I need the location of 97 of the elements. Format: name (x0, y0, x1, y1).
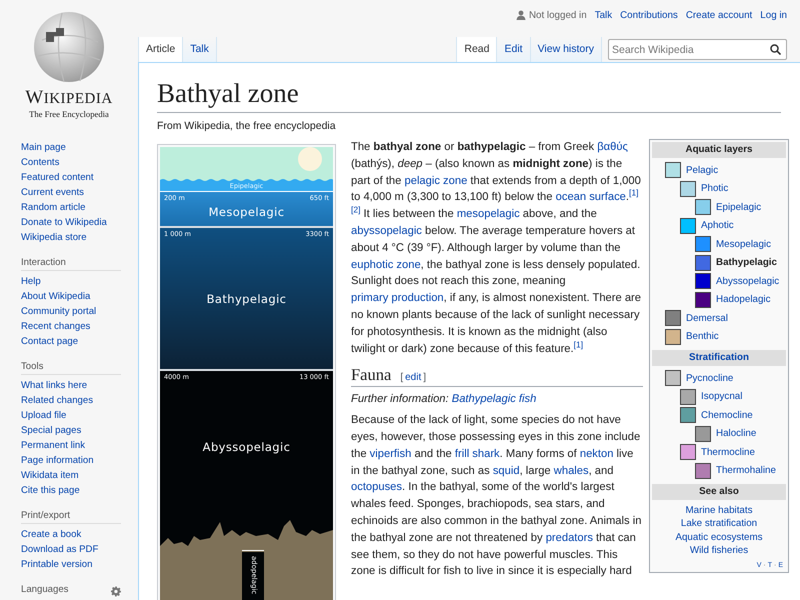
navbox-link[interactable]: Aphotic (701, 220, 734, 232)
navbox-link[interactable]: Halocline (716, 428, 756, 440)
sidebar-link[interactable]: Recent changes (21, 319, 90, 334)
page-title: Bathyal zone (157, 77, 781, 113)
navbox-heading-link[interactable]: Stratification (652, 350, 786, 366)
sidebar-link[interactable]: Cite this page (21, 483, 80, 498)
sidebar-link[interactable]: Contents (21, 155, 60, 170)
zone-label: Abyssopelagic (202, 440, 292, 454)
sidebar-link[interactable]: Wikidata item (21, 468, 79, 483)
sidebar-link[interactable]: Wikipedia store (21, 230, 87, 245)
navbox-link[interactable]: Wild fisheries (690, 544, 748, 558)
article-link[interactable]: viperfish (370, 448, 412, 460)
edit-link[interactable]: edit (405, 372, 422, 384)
user-link[interactable]: Log in (760, 10, 787, 20)
navbox-link[interactable]: Aquatic ecosystems (675, 530, 763, 544)
logo-tagline: The Free Encyclopedia (29, 109, 109, 119)
sidebar-link[interactable]: Featured content (21, 170, 94, 185)
view-tab[interactable]: Read (456, 37, 498, 62)
navbox-link[interactable]: Abyssopelagic (716, 276, 780, 287)
sidebar-heading: Interaction (21, 255, 121, 271)
navbox-heading: Aquatic layers (652, 142, 786, 158)
navbox-heading: See also (652, 484, 786, 500)
section-paragraph: Because of the lack of light, some species do not have eyes, however, those possessing eyes in this zone include the viperfish and the frill shark. Many forms of nekton live in the bathyal zone, such as squid, large whales, and octopuses. In the bathyal, some of the world's largest whales feed. Sponges, brachiopods, sea stars, and echinoids are also common in the bathyal zone. Animals in the bathyal zone are not threatened by predators that can see them, so they do not have powerful muscles. This zone is difficult for fish to live in since it is especially hard (351, 413, 642, 580)
bracket: [ (400, 372, 404, 384)
current-page-label: Bathypelagic (716, 257, 777, 268)
zone-label: Bathypelagic (206, 292, 288, 306)
sidebar-link[interactable]: Community portal (21, 304, 96, 319)
sidebar-link[interactable]: Create a book (21, 527, 82, 542)
navbox-link[interactable]: Photic (701, 183, 728, 194)
user-link[interactable]: Talk (594, 10, 612, 20)
navbox-link[interactable]: Thermocline (701, 446, 755, 458)
sidebar-link[interactable]: Contact page (21, 334, 78, 349)
article-link[interactable]: frill shark (454, 448, 500, 460)
sidebar-link[interactable]: Download as PDF (21, 542, 98, 557)
navbox-link[interactable]: Isopycnal (701, 391, 742, 402)
article-link[interactable]: pelagic zone (404, 174, 468, 187)
article-link[interactable]: βαθύς (597, 141, 628, 153)
login-status: Not logged in (528, 10, 587, 20)
article-link[interactable]: primary production (351, 292, 444, 304)
article-link[interactable]: octopuses (351, 481, 402, 494)
sidebar-link[interactable]: About Wikipedia (21, 289, 90, 304)
sidebar-link[interactable]: Permanent link (21, 438, 85, 453)
sidebar-link[interactable]: Random article (21, 200, 86, 215)
navbox-link[interactable]: Lake stratification (680, 517, 758, 531)
navbox-link[interactable]: Pycnocline (686, 372, 734, 384)
navbox-link[interactable]: Epipelagic (716, 202, 762, 213)
article-link[interactable]: abyssopelagic (351, 224, 422, 237)
navbox-link[interactable]: Chemocline (701, 410, 753, 421)
sidebar-link[interactable]: Main page (21, 140, 66, 155)
sidebar-heading: Print/export (21, 508, 121, 524)
search-icon[interactable] (770, 44, 781, 55)
sidebar-heading: Languages (21, 583, 70, 597)
globe-logo-icon[interactable] (32, 10, 106, 84)
navbox-link[interactable]: Marine habitats (686, 504, 752, 518)
reference-link[interactable]: [1] (574, 338, 584, 349)
navbox-link[interactable]: Hadopelagic (716, 294, 770, 306)
article-link[interactable]: predators (546, 532, 593, 544)
reference-link[interactable]: [1] (629, 188, 638, 198)
sidebar-link[interactable]: What links here (21, 378, 88, 393)
section-heading: Fauna (351, 365, 392, 386)
user-icon (516, 10, 526, 20)
hatnote: Further information: Bathypelagic fish (351, 392, 538, 408)
view-tab[interactable]: View history (530, 37, 602, 62)
user-link[interactable]: Create account (686, 10, 752, 20)
sidebar-link[interactable]: Current events (21, 185, 84, 200)
navbox-link[interactable]: Demersal (686, 312, 728, 324)
navbox-link[interactable]: Pelagic (686, 164, 718, 176)
search-field[interactable]: Search Wikipedia (608, 39, 787, 60)
page-tab[interactable]: Talk (183, 37, 217, 62)
page-tab[interactable]: Article (138, 37, 184, 62)
sidebar-link[interactable]: Special pages (21, 423, 82, 438)
article-link[interactable]: mesopelagic (456, 208, 520, 220)
sidebar-link[interactable]: Upload file (21, 408, 66, 423)
intro-paragraph: The bathyal zone or bathypelagic – from Greek βαθύς (bathýs), deep – (also known as midnight zone) is the part of the pelagic zone that extends from a depth of 1,000 to 4,000 m (3,300 to 13,100 ft) below the ocean surface.$^{[1]}$ $^{[2]}$ It lies between the mesopelagic above, and the abyssopelagic below. The average temperature hovers at about 4 °C (39 °F). Although larger by volume than the euphotic zone, the bathyal zone is less densely populated. Sunlight does not reach this zone, meaning primary production, if any, is almost nonexistent. There are no known plants because of the lack of sunlight necessary for photosynthesis. It is known as the midnight (also twilight or dark) zone because of this feature.$^{[1]}$ (351, 140, 642, 357)
page-tagline: From Wikipedia, the free encyclopedia (157, 120, 337, 132)
sidebar-link[interactable]: Printable version (21, 557, 92, 572)
article-link[interactable]: ocean surface (556, 191, 626, 204)
article-link[interactable]: Bathypelagic fish (452, 393, 536, 406)
sidebar-link[interactable]: Page information (21, 453, 94, 468)
zone-label: Mesopelagic (208, 205, 286, 219)
article-link[interactable]: whales (554, 464, 589, 477)
settings-icon[interactable] (111, 586, 121, 596)
reference-link[interactable]: [2] (351, 204, 360, 214)
article-link[interactable]: euphotic zone (351, 258, 421, 271)
bracket: ] (423, 372, 426, 384)
sidebar-heading: Tools (21, 359, 121, 375)
navbox-link[interactable]: Thermohaline (716, 465, 776, 476)
user-link[interactable]: Contributions (620, 10, 678, 20)
sidebar-link[interactable]: Help (21, 274, 41, 289)
article-link[interactable]: nekton (580, 448, 614, 460)
navbox-link[interactable]: Benthic (686, 331, 719, 342)
logo-wordmark: WIKIPEDIA (25, 87, 113, 109)
sidebar-link[interactable]: Donate to Wikipedia (21, 215, 107, 230)
navbox-link[interactable]: Mesopelagic (716, 238, 772, 250)
sidebar-link[interactable]: Related changes (21, 393, 94, 408)
article-link[interactable]: squid (492, 464, 520, 477)
view-tab[interactable]: Edit (497, 37, 531, 62)
